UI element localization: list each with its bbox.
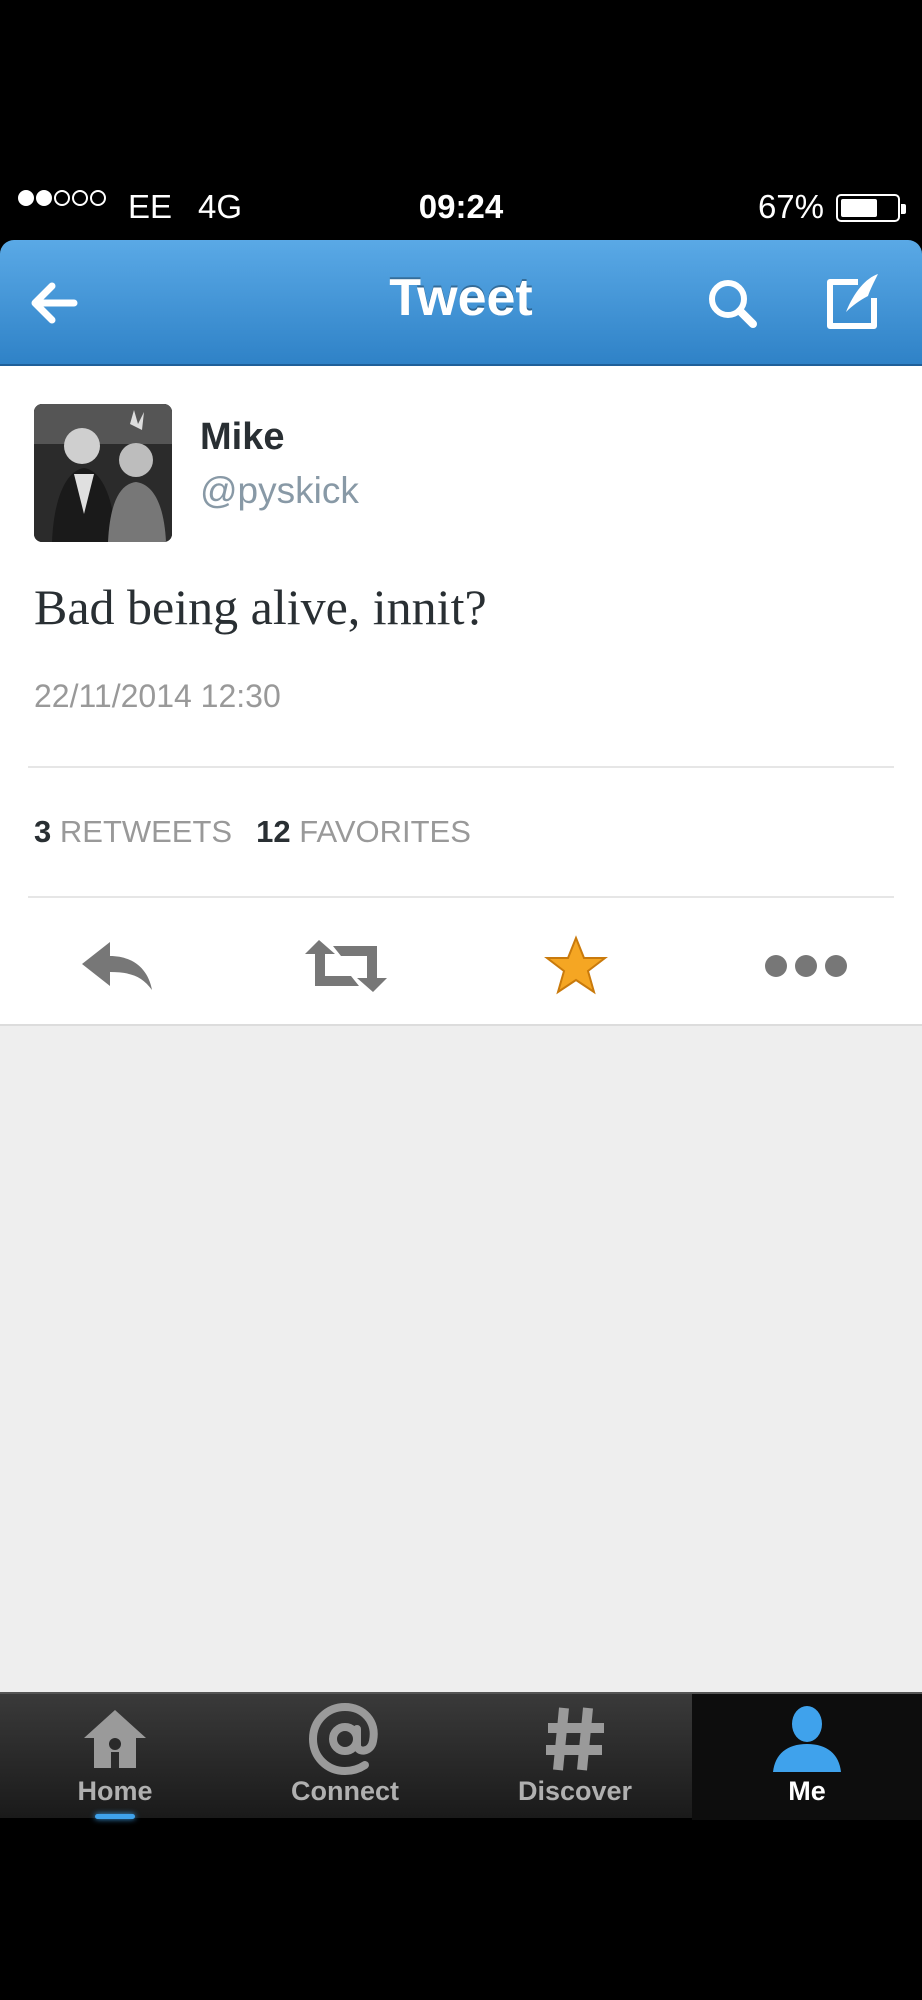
person-icon: [773, 1706, 841, 1772]
tweet-detail-content: Mike @pyskick Bad being alive, innit? 22…: [0, 366, 922, 1692]
navigation-bar: Tweet: [0, 240, 922, 366]
avatar[interactable]: [34, 404, 172, 542]
retweet-icon: [305, 940, 387, 992]
divider: [28, 896, 894, 898]
page-title: Tweet: [389, 269, 533, 327]
tab-label: Discover: [517, 1776, 633, 1806]
favorite-button[interactable]: [526, 926, 626, 1006]
hashtag-icon: [546, 1707, 604, 1771]
at-icon: [309, 1703, 378, 1775]
compose-button[interactable]: [818, 268, 888, 338]
tab-discover[interactable]: Discover: [460, 1694, 690, 1820]
tweet-text: Bad being alive, innit?: [34, 579, 487, 635]
favorite-stat[interactable]: 12 FAVORITES: [256, 814, 471, 850]
tab-home[interactable]: Home: [0, 1694, 230, 1820]
compose-icon: [827, 274, 878, 329]
tab-me[interactable]: Me: [692, 1694, 922, 1820]
reply-icon: [82, 942, 152, 990]
search-button[interactable]: [698, 268, 768, 338]
tab-label: Me: [788, 1776, 826, 1806]
tab-connect[interactable]: Connect: [230, 1694, 460, 1820]
tweet-timestamp: 22/11/2014 12:30: [34, 678, 281, 714]
tab-bar: Home Connect Discover Me: [0, 1692, 922, 1820]
more-button[interactable]: [756, 926, 856, 1006]
home-icon: [84, 1710, 146, 1768]
profile-photo: [34, 404, 172, 542]
author-name[interactable]: Mike: [200, 416, 284, 459]
author-handle[interactable]: @pyskick: [200, 470, 359, 512]
tweet-stats: 3 RETWEETS 12 FAVORITES: [34, 814, 471, 850]
favorite-count: 12: [256, 814, 291, 849]
retweet-stat[interactable]: 3 RETWEETS: [34, 814, 232, 850]
retweet-button[interactable]: [296, 926, 396, 1006]
reply-button[interactable]: [66, 926, 166, 1006]
retweet-count: 3: [34, 814, 52, 849]
battery-percent: 67%: [757, 188, 824, 225]
divider: [28, 766, 894, 768]
tab-label: Connect: [291, 1776, 399, 1806]
search-icon: [709, 280, 757, 328]
favorite-label: FAVORITES: [299, 814, 471, 849]
more-icon: [765, 955, 847, 977]
tweet-card: Mike @pyskick Bad being alive, innit? 22…: [0, 366, 922, 1026]
unread-indicator: [95, 1814, 135, 1819]
status-bar: EE 4G 09:24 67%: [0, 180, 922, 240]
star-icon: [544, 935, 608, 995]
tweet-actions: [0, 926, 922, 1006]
retweet-label: RETWEETS: [59, 814, 233, 849]
battery-icon: [836, 194, 906, 222]
tab-label: Home: [77, 1776, 153, 1806]
